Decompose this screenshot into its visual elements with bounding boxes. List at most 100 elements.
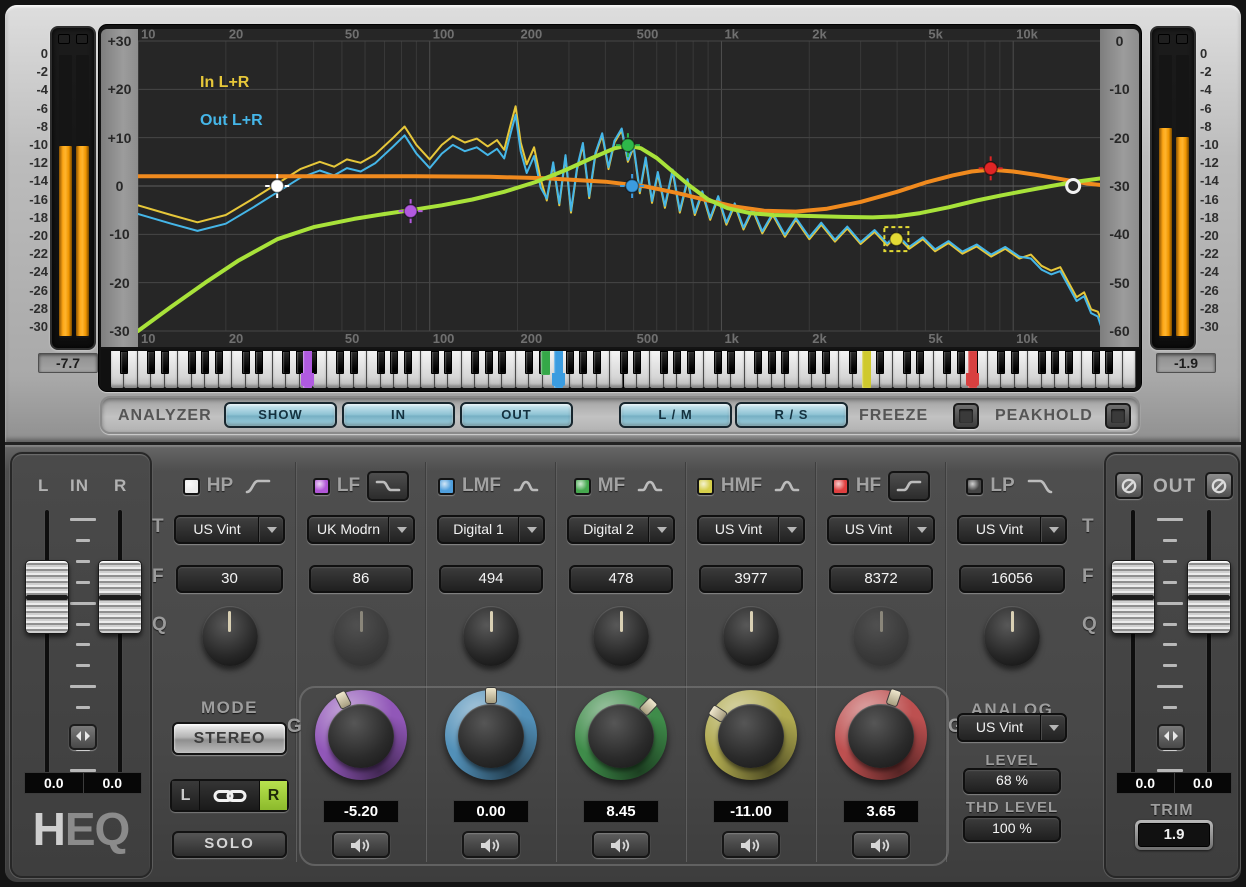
q-knob[interactable] xyxy=(984,606,1040,666)
analyzer-show-button[interactable]: SHOW xyxy=(224,402,337,428)
output-left-fader-handle[interactable] xyxy=(1111,560,1155,634)
input-gain-values[interactable]: 0.0 0.0 xyxy=(24,772,142,794)
highpass-icon xyxy=(245,477,271,495)
input-label: IN xyxy=(70,476,89,496)
channel-right-button[interactable]: R xyxy=(260,781,287,810)
gain-value[interactable]: 8.45 xyxy=(583,800,659,823)
eq-band-point-lp[interactable] xyxy=(1067,180,1080,193)
gain-value[interactable]: -11.00 xyxy=(713,800,789,823)
peakhold-checkbox[interactable] xyxy=(1105,403,1131,429)
q-knob[interactable] xyxy=(202,606,258,666)
gain-knob[interactable] xyxy=(705,690,797,780)
band-enable-led[interactable] xyxy=(832,478,849,495)
input-left-gain-value[interactable]: 0.0 xyxy=(25,773,84,793)
eq-band-point-hf[interactable] xyxy=(984,162,997,175)
piano-black-key xyxy=(822,351,830,374)
band-freq-field[interactable]: 478 xyxy=(569,565,673,593)
channel-link-button[interactable] xyxy=(199,781,260,810)
eq-band-point-lf[interactable] xyxy=(404,205,417,218)
eq-band-point-hmf[interactable] xyxy=(890,233,903,246)
filter-shape-button[interactable] xyxy=(632,474,668,498)
analyzer-out-button[interactable]: OUT xyxy=(460,402,573,428)
output-gain-values[interactable]: 0.0 0.0 xyxy=(1116,772,1232,794)
gain-knob[interactable] xyxy=(835,690,927,780)
band-type-select[interactable]: US Vint xyxy=(697,515,805,544)
band-freq-field[interactable]: 494 xyxy=(439,565,543,593)
mute-button[interactable] xyxy=(592,831,650,858)
keyboard-band-hf-marker-base xyxy=(966,373,979,386)
filter-shape-button[interactable] xyxy=(240,474,276,498)
filter-shape-button[interactable] xyxy=(888,471,930,501)
chevron-down-icon xyxy=(657,527,667,533)
band-type-select[interactable]: US Vint xyxy=(957,515,1067,544)
band-enable-led[interactable] xyxy=(313,478,330,495)
q-knob[interactable] xyxy=(463,606,519,666)
mute-button[interactable] xyxy=(462,831,520,858)
solo-button[interactable]: SOLO xyxy=(172,831,287,858)
thd-level-field[interactable]: 100 % xyxy=(963,816,1061,842)
input-right-gain-value[interactable]: 0.0 xyxy=(84,773,142,793)
band-type-select[interactable]: UK Modrn xyxy=(307,515,415,544)
mute-button[interactable] xyxy=(332,831,390,858)
q-knob[interactable] xyxy=(333,606,389,666)
input-right-fader-handle[interactable] xyxy=(98,560,142,634)
eq-band-point-mf[interactable] xyxy=(621,139,634,152)
phase-invert-right-button[interactable] xyxy=(1205,472,1233,499)
input-left-fader-handle[interactable] xyxy=(25,560,69,634)
trim-value[interactable]: 1.9 xyxy=(1138,823,1210,847)
output-fader-link-button[interactable] xyxy=(1157,724,1185,750)
stereo-mode-button[interactable]: STEREO xyxy=(172,722,287,755)
eq-band-point-hp[interactable] xyxy=(271,180,284,193)
band-freq-field[interactable]: 30 xyxy=(176,565,283,593)
band-enable-led[interactable] xyxy=(438,478,455,495)
output-right-gain-value[interactable]: 0.0 xyxy=(1175,773,1232,793)
band-enable-led[interactable] xyxy=(183,478,200,495)
gain-value[interactable]: 0.00 xyxy=(453,800,529,823)
phase-invert-left-button[interactable] xyxy=(1115,472,1143,499)
band-type-select[interactable]: US Vint xyxy=(827,515,935,544)
q-knob[interactable] xyxy=(853,606,909,666)
band-freq-field[interactable]: 8372 xyxy=(829,565,933,593)
band-freq-field[interactable]: 16056 xyxy=(959,565,1065,593)
analog-type-select[interactable]: US Vint xyxy=(957,713,1067,742)
piano-black-key xyxy=(1105,351,1113,374)
output-right-fader-handle[interactable] xyxy=(1187,560,1231,634)
gain-value[interactable]: 3.65 xyxy=(843,800,919,823)
gain-knob[interactable] xyxy=(445,690,537,780)
filter-shape-button[interactable] xyxy=(769,474,805,498)
analog-level-field[interactable]: 68 % xyxy=(963,768,1061,794)
channel-left-button[interactable]: L xyxy=(172,781,199,810)
filter-shape-button[interactable] xyxy=(367,471,409,501)
gain-value[interactable]: -5.20 xyxy=(323,800,399,823)
band-freq-field[interactable]: 3977 xyxy=(699,565,803,593)
output-fader-panel: OUT 0.0 0.0 TRIM 1.9 xyxy=(1104,452,1240,878)
speaker-icon xyxy=(868,837,894,854)
filter-shape-button[interactable] xyxy=(1022,474,1058,498)
mute-button[interactable] xyxy=(852,831,910,858)
eq-band-point-lmf[interactable] xyxy=(626,180,639,193)
input-fader-link-button[interactable] xyxy=(69,724,97,750)
piano-black-key xyxy=(903,351,911,374)
piano-keyboard[interactable] xyxy=(111,351,1136,388)
filter-shape-button[interactable] xyxy=(508,474,544,498)
analyzer-lm-button[interactable]: L / M xyxy=(619,402,732,428)
q-knob[interactable] xyxy=(593,606,649,666)
mute-button[interactable] xyxy=(722,831,780,858)
band-type-select[interactable]: Digital 1 xyxy=(437,515,545,544)
q-knob[interactable] xyxy=(723,606,779,666)
output-meter-readout[interactable]: -1.9 xyxy=(1156,353,1216,373)
band-type-select[interactable]: Digital 2 xyxy=(567,515,675,544)
gain-knob[interactable] xyxy=(315,690,407,780)
analyzer-in-button[interactable]: IN xyxy=(342,402,455,428)
input-meter-readout[interactable]: -7.7 xyxy=(38,353,98,373)
band-enable-led[interactable] xyxy=(697,478,714,495)
output-left-gain-value[interactable]: 0.0 xyxy=(1117,773,1175,793)
band-enable-led[interactable] xyxy=(966,478,983,495)
eq-plot[interactable]: 1010202050501001002002005005001k1k2k2k5k… xyxy=(138,29,1101,347)
analyzer-rs-button[interactable]: R / S xyxy=(735,402,848,428)
band-freq-field[interactable]: 86 xyxy=(309,565,413,593)
band-enable-led[interactable] xyxy=(574,478,591,495)
gain-knob[interactable] xyxy=(575,690,667,780)
band-type-select[interactable]: US Vint xyxy=(174,515,285,544)
freeze-checkbox[interactable] xyxy=(953,403,979,429)
